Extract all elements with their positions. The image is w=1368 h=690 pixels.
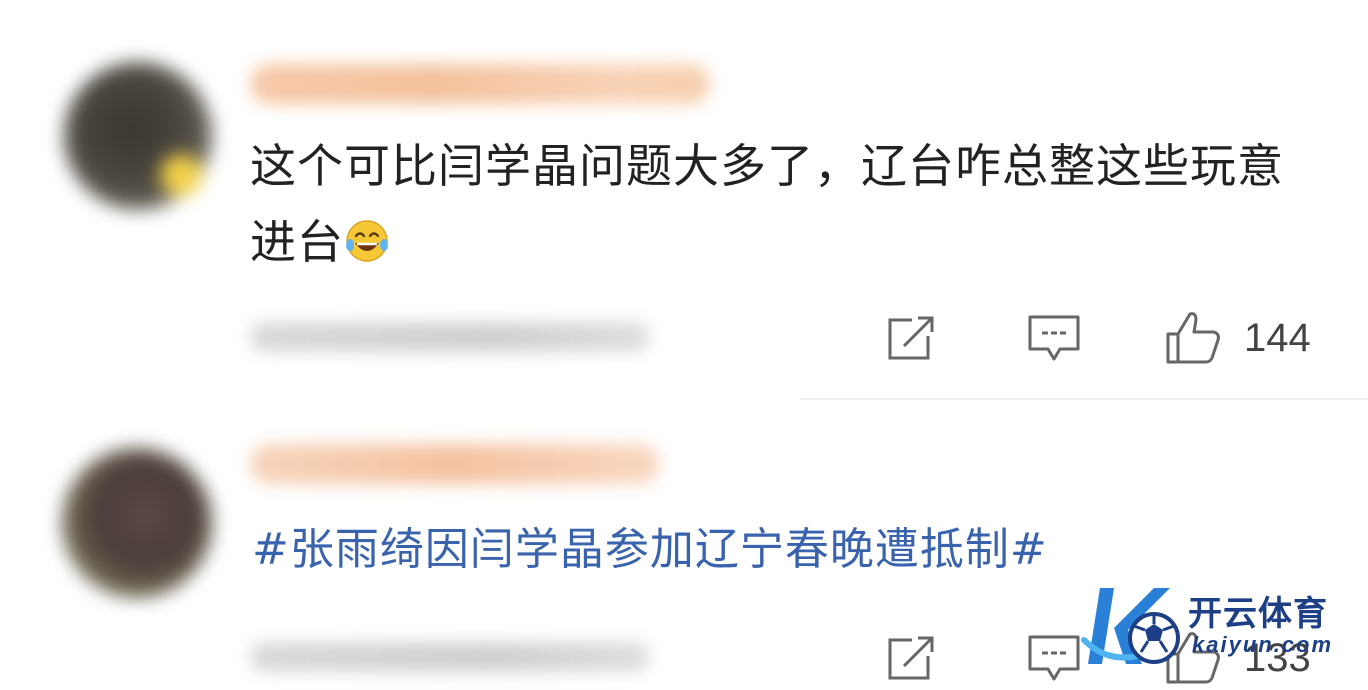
comment-item: 这个可比闫学晶问题大多了，辽台咋总整这些玩意进台 144 [0,0,1368,400]
comment-body: 这个可比闫学晶问题大多了，辽台咋总整这些玩意进台 [250,139,1284,269]
comment-icon [1028,635,1080,681]
hashtag-link[interactable]: #张雨绮因闫学晶参加辽宁春晚遭抵制# [252,518,1332,582]
watermark-domain: kaiyun.com [1192,632,1334,657]
username-blurred[interactable] [250,64,710,104]
comment-meta-blurred [250,642,650,672]
thumbs-up-icon [1166,312,1220,364]
share-button[interactable] [884,310,938,366]
avatar[interactable] [64,62,212,210]
like-count: 144 [1244,315,1311,360]
avatar[interactable] [62,448,212,598]
comment-text: 这个可比闫学晶问题大多了，辽台咋总整这些玩意进台 [250,128,1330,280]
share-button[interactable] [884,630,938,686]
comment-icon [1028,315,1080,361]
watermark-name: 开云体育 [1188,594,1328,634]
reply-button[interactable] [1026,310,1082,366]
username-blurred[interactable] [250,444,660,484]
laughing-crying-emoji-icon [346,220,388,262]
share-icon [888,316,934,360]
share-icon [888,636,934,680]
comment-meta-blurred [250,322,650,352]
reply-button[interactable] [1026,630,1082,686]
like-button[interactable]: 144 [1164,310,1311,366]
watermark: 开云体育 kaiyun.com [1080,580,1360,676]
comment-actions: 144 [848,310,1368,370]
kaiyun-logo-icon [1081,588,1180,664]
